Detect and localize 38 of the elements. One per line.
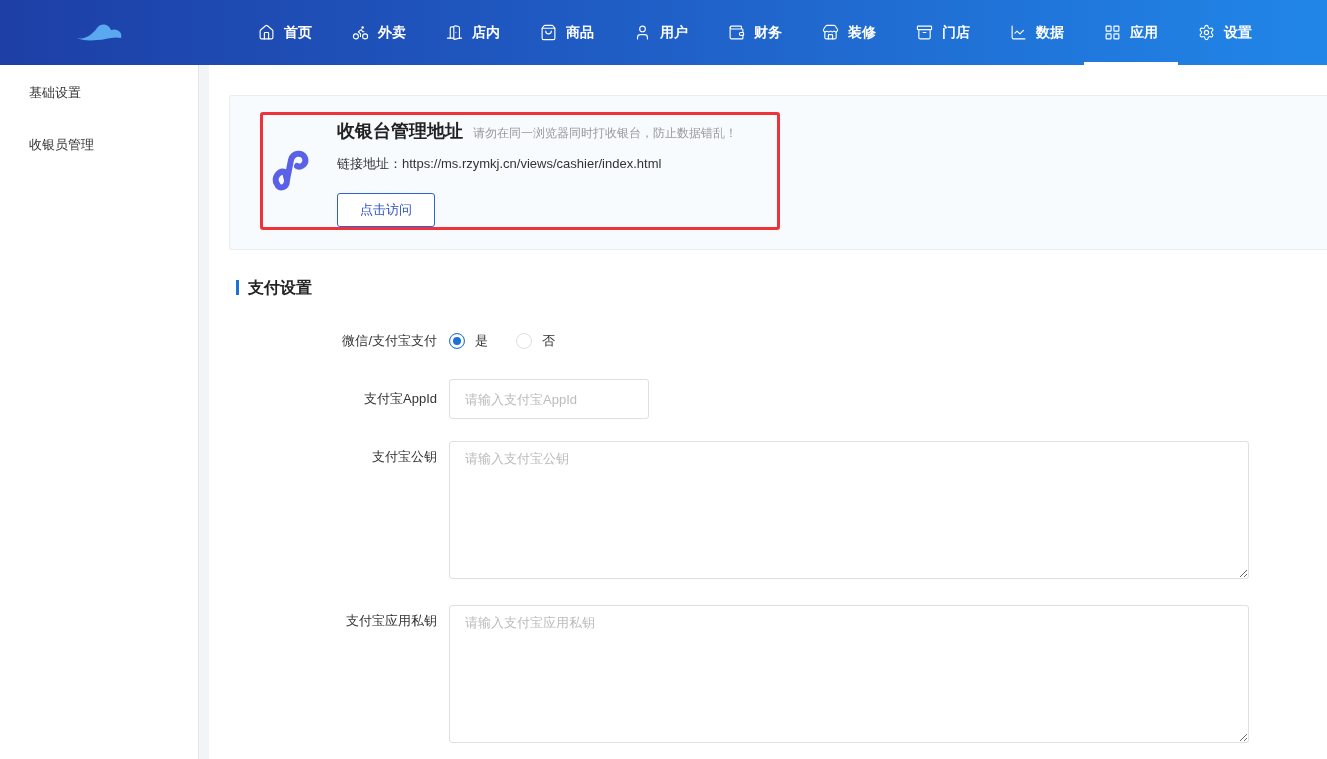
link-address: 链接地址：https://ms.rzymkj.cn/views/cashier/index.html [337,155,663,173]
nav-tab[interactable]: 数据 [990,0,1084,65]
nav-tab[interactable]: 首页 [238,0,332,65]
radio-label: 否 [542,332,555,350]
radio-button[interactable] [449,333,465,349]
nav-tab[interactable]: 店内 [426,0,520,65]
nav-tab[interactable]: 应用 [1084,0,1178,65]
nav-tab[interactable]: 财务 [708,0,802,65]
nav-tab[interactable]: 用户 [614,0,708,65]
text-area[interactable]: 请输入支付宝公钥 [449,441,1249,579]
sidebar-item[interactable]: 基础设置 [0,81,198,133]
warning-note: 请勿在同一浏览器同时打收银台，防止数据错乱！ [473,125,737,142]
field-label: 支付宝AppId [363,390,437,408]
section-title: 支付设置 [236,280,1327,295]
home-icon [258,24,275,41]
nav-tab[interactable]: 外卖 [332,0,426,65]
input-field[interactable]: 请输入支付宝AppId [449,379,649,419]
wallet-icon [728,24,745,41]
radio-label: 是 [475,332,488,350]
card-title: 收银台管理地址 [337,120,463,143]
field-label: 支付宝公钥 [371,448,437,466]
visit-button[interactable]: 点击访问 [337,193,435,227]
nav-tab[interactable]: 设置 [1178,0,1272,65]
field-label: 微信/支付宝支付 [341,333,437,349]
storefront-icon [822,24,839,41]
text-area[interactable]: 请输入支付宝应用私钥 [449,605,1249,743]
bag-icon [540,24,557,41]
line-chart-icon [1010,24,1027,41]
nav-tab[interactable]: 装修 [802,0,896,65]
nav-tab[interactable]: 商品 [520,0,614,65]
field-label: 支付宝应用私钥 [345,612,437,630]
user-icon [634,24,651,41]
nav-tab[interactable]: 门店 [896,0,990,65]
box-icon [916,24,933,41]
sidebar-item[interactable]: 收银员管理 [0,133,198,185]
settings-icon [1198,24,1215,41]
grid-icon [1104,24,1121,41]
door-icon [446,24,463,41]
